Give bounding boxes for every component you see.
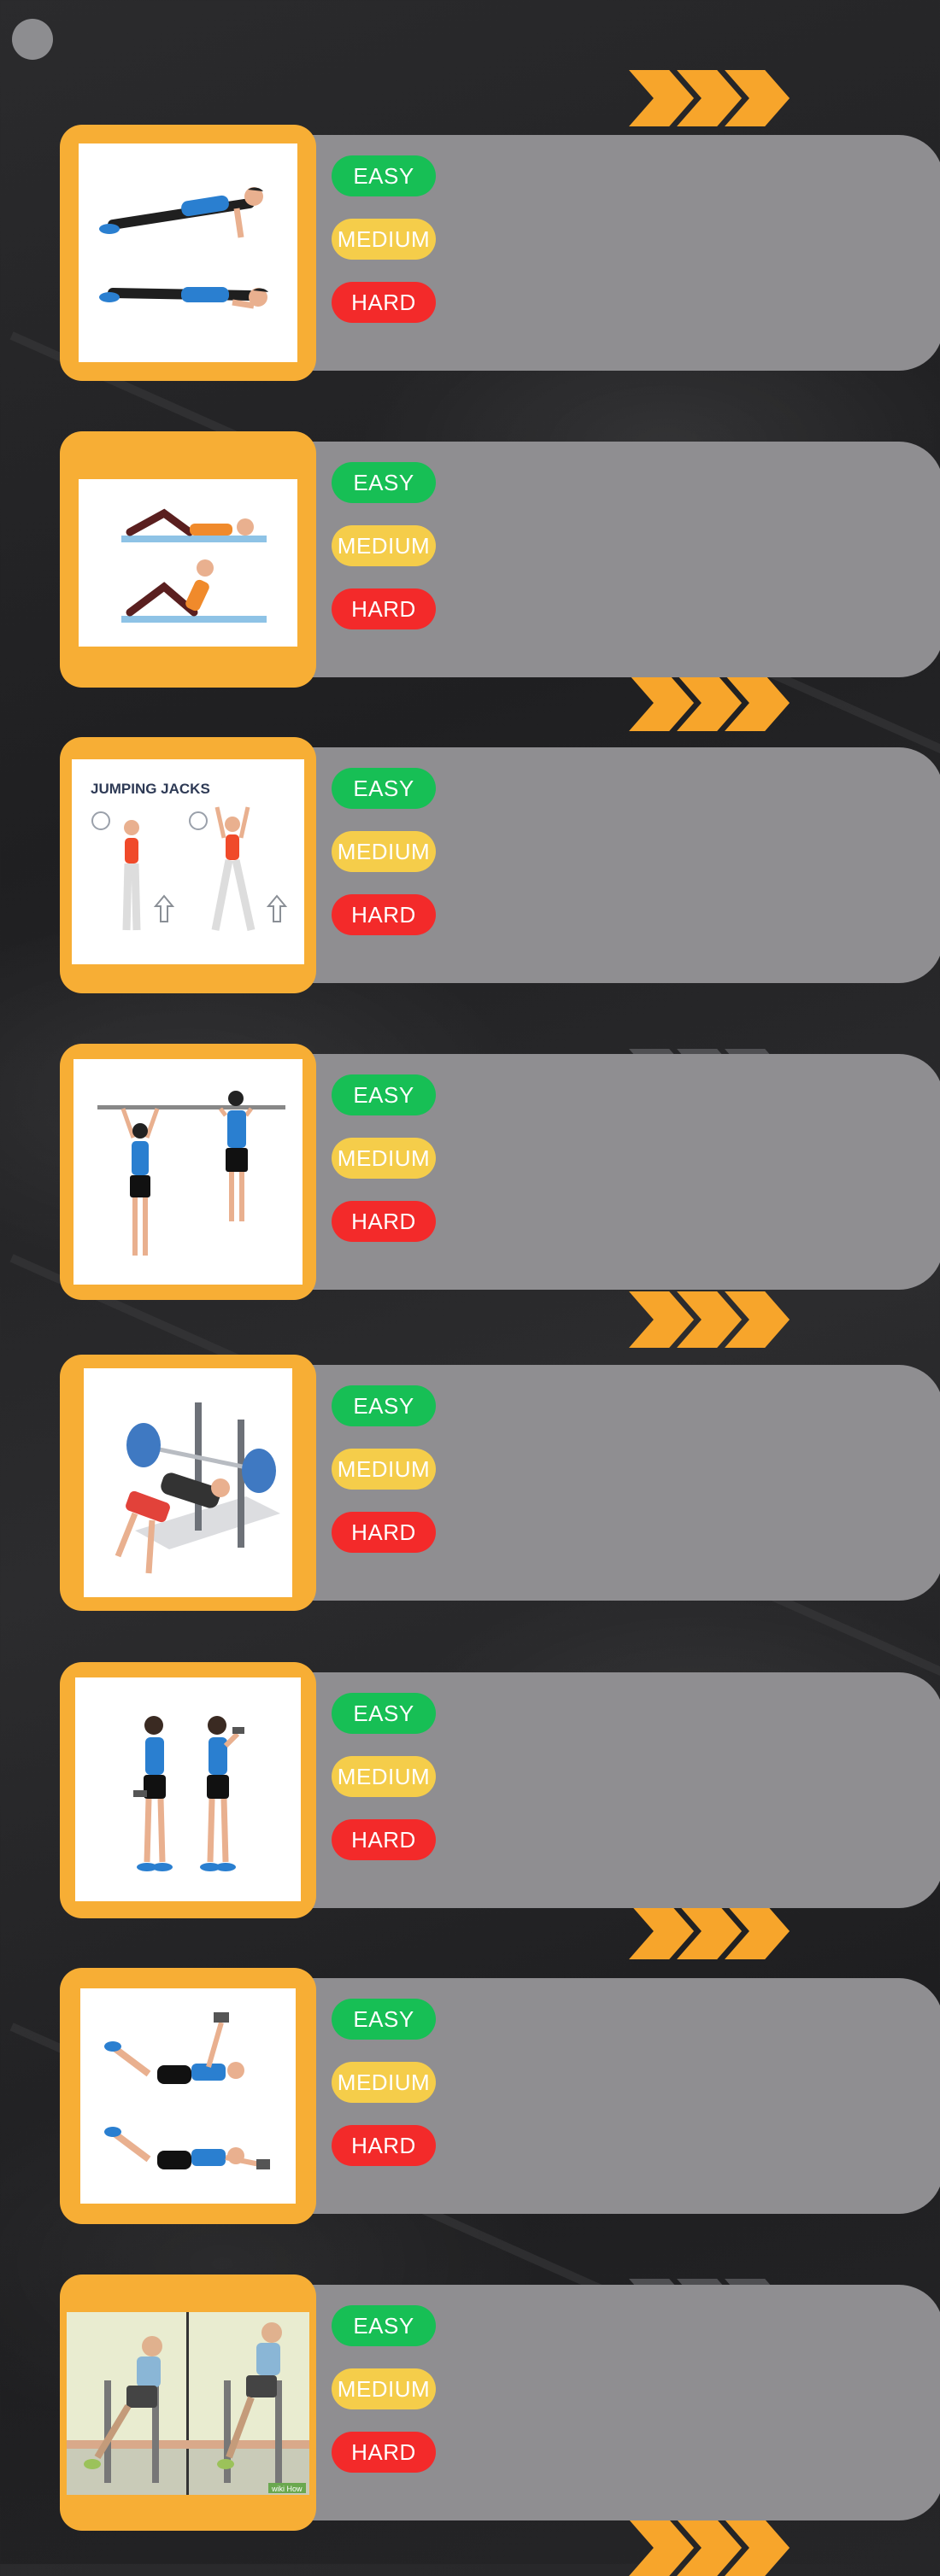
pullups-illustration <box>73 1059 303 1285</box>
exercise-card-pushups[interactable]: EASY MEDIUM HARD <box>60 125 940 381</box>
easy-button[interactable]: EASY <box>332 2305 436 2346</box>
exercise-card-situps[interactable]: EASY MEDIUM HARD <box>60 431 940 688</box>
exercise-image-frame[interactable]: wiki How <box>60 2274 316 2531</box>
exercise-image-frame[interactable] <box>60 1044 316 1300</box>
hard-button[interactable]: HARD <box>332 1201 436 1242</box>
jumping-jacks-illustration: JUMPING JACKS <box>72 759 304 964</box>
circle-menu-icon[interactable] <box>12 19 53 60</box>
exercise-card-pullups[interactable]: EASY MEDIUM HARD <box>60 1044 940 1300</box>
easy-button[interactable]: EASY <box>332 155 436 196</box>
difficulty-group: EASY MEDIUM HARD <box>332 462 443 657</box>
medium-button[interactable]: MEDIUM <box>332 2368 436 2409</box>
hard-button[interactable]: HARD <box>332 1512 436 1553</box>
exercise-image-frame[interactable] <box>60 1968 316 2224</box>
difficulty-group: EASY MEDIUM HARD <box>332 1999 443 2193</box>
medium-button[interactable]: MEDIUM <box>332 525 436 566</box>
easy-button[interactable]: EASY <box>332 1999 436 2040</box>
dips-illustration: wiki How <box>67 2312 309 2495</box>
medium-button[interactable]: MEDIUM <box>332 2062 436 2103</box>
easy-button[interactable]: EASY <box>332 1074 436 1115</box>
difficulty-group: EASY MEDIUM HARD <box>332 1385 443 1580</box>
difficulty-group: EASY MEDIUM HARD <box>332 768 443 963</box>
exercise-card-bench-press[interactable]: EASY MEDIUM HARD <box>60 1355 940 1611</box>
illustration-title: JUMPING JACKS <box>91 781 210 797</box>
exercise-image-frame[interactable] <box>60 1355 316 1611</box>
bench-press-illustration <box>84 1368 292 1597</box>
easy-button[interactable]: EASY <box>332 1693 436 1734</box>
dumbbell-pullover-illustration <box>80 1988 296 2204</box>
hard-button[interactable]: HARD <box>332 894 436 935</box>
medium-button[interactable]: MEDIUM <box>332 1138 436 1179</box>
exercise-card-dips[interactable]: wiki How EASY MEDIUM HARD <box>60 2274 940 2531</box>
medium-button[interactable]: MEDIUM <box>332 219 436 260</box>
exercise-image-frame[interactable] <box>60 125 316 381</box>
exercise-image-frame[interactable] <box>60 1662 316 1918</box>
easy-button[interactable]: EASY <box>332 462 436 503</box>
easy-button[interactable]: EASY <box>332 1385 436 1426</box>
hard-button[interactable]: HARD <box>332 2125 436 2166</box>
difficulty-group: EASY MEDIUM HARD <box>332 1074 443 1269</box>
pushups-illustration <box>79 143 297 362</box>
hard-button[interactable]: HARD <box>332 282 436 323</box>
difficulty-group: EASY MEDIUM HARD <box>332 1693 443 1888</box>
easy-button[interactable]: EASY <box>332 768 436 809</box>
hard-button[interactable]: HARD <box>332 1819 436 1860</box>
exercise-image-frame[interactable]: JUMPING JACKS <box>60 737 316 993</box>
exercise-card-dumbbell-pullover[interactable]: EASY MEDIUM HARD <box>60 1968 940 2224</box>
bicep-curls-illustration <box>75 1677 301 1901</box>
exercise-card-bicep-curls[interactable]: EASY MEDIUM HARD <box>60 1662 940 1918</box>
hard-button[interactable]: HARD <box>332 2432 436 2473</box>
medium-button[interactable]: MEDIUM <box>332 831 436 872</box>
situps-illustration <box>79 479 297 647</box>
wikihow-watermark: wiki How <box>271 2485 303 2493</box>
chevron-arrows-icon <box>629 70 791 126</box>
medium-button[interactable]: MEDIUM <box>332 1449 436 1490</box>
difficulty-group: EASY MEDIUM HARD <box>332 155 443 350</box>
exercise-card-jumping-jacks[interactable]: JUMPING JACKS EASY MEDIUM HARD <box>60 737 940 993</box>
exercise-image-frame[interactable] <box>60 431 316 688</box>
difficulty-group: EASY MEDIUM HARD <box>332 2305 443 2500</box>
medium-button[interactable]: MEDIUM <box>332 1756 436 1797</box>
hard-button[interactable]: HARD <box>332 588 436 629</box>
